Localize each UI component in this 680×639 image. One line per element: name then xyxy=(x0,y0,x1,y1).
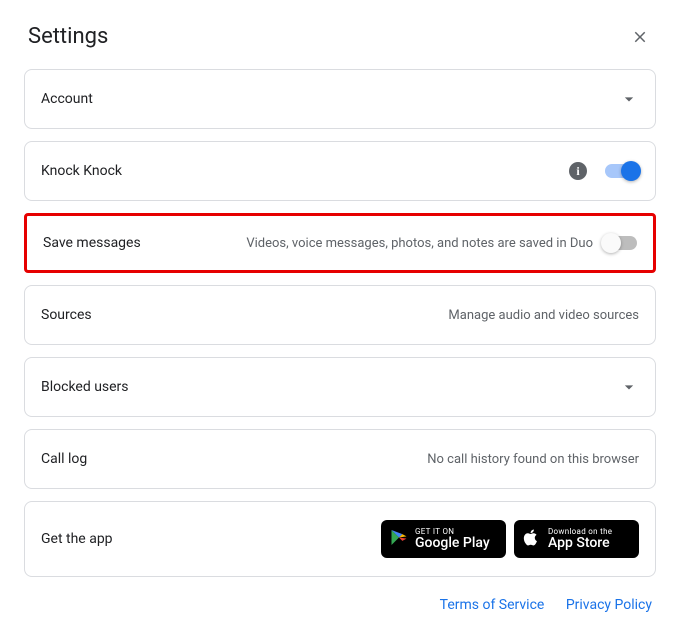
google-play-big-text: Google Play xyxy=(415,536,496,550)
blocked-users-label: Blocked users xyxy=(41,379,129,395)
get-the-app-row: Get the app GET IT ON Google Play Downlo… xyxy=(24,501,656,577)
save-messages-toggle[interactable] xyxy=(603,236,637,250)
call-log-row: Call log No call history found on this b… xyxy=(24,429,656,489)
google-play-badge[interactable]: GET IT ON Google Play xyxy=(381,520,506,558)
chevron-down-icon xyxy=(619,377,639,397)
knock-knock-label: Knock Knock xyxy=(41,163,122,179)
apple-icon xyxy=(522,527,540,552)
close-icon xyxy=(631,28,649,46)
save-messages-description: Videos, voice messages, photos, and note… xyxy=(161,236,593,251)
blocked-users-row[interactable]: Blocked users xyxy=(24,357,656,417)
account-label: Account xyxy=(41,91,93,107)
call-log-label: Call log xyxy=(41,451,87,467)
page-title: Settings xyxy=(28,24,108,49)
sources-row[interactable]: Sources Manage audio and video sources xyxy=(24,285,656,345)
save-messages-row: Save messages Videos, voice messages, ph… xyxy=(24,213,656,273)
save-messages-label: Save messages xyxy=(43,235,141,251)
knock-knock-row: Knock Knock i xyxy=(24,141,656,201)
account-row[interactable]: Account xyxy=(24,69,656,129)
privacy-policy-link[interactable]: Privacy Policy xyxy=(566,597,652,613)
terms-of-service-link[interactable]: Terms of Service xyxy=(440,597,545,613)
chevron-down-icon xyxy=(619,89,639,109)
google-play-icon xyxy=(389,527,409,552)
info-icon[interactable]: i xyxy=(569,162,587,180)
app-store-big-text: App Store xyxy=(548,536,629,550)
close-button[interactable] xyxy=(628,25,652,49)
footer-links: Terms of Service Privacy Policy xyxy=(24,589,656,613)
sources-label: Sources xyxy=(41,307,92,323)
knock-knock-toggle[interactable] xyxy=(605,164,639,178)
sources-description: Manage audio and video sources xyxy=(448,308,639,323)
app-store-badge[interactable]: Download on the App Store xyxy=(514,520,639,558)
call-log-description: No call history found on this browser xyxy=(427,452,639,467)
settings-header: Settings xyxy=(24,24,656,49)
get-the-app-label: Get the app xyxy=(41,531,113,547)
